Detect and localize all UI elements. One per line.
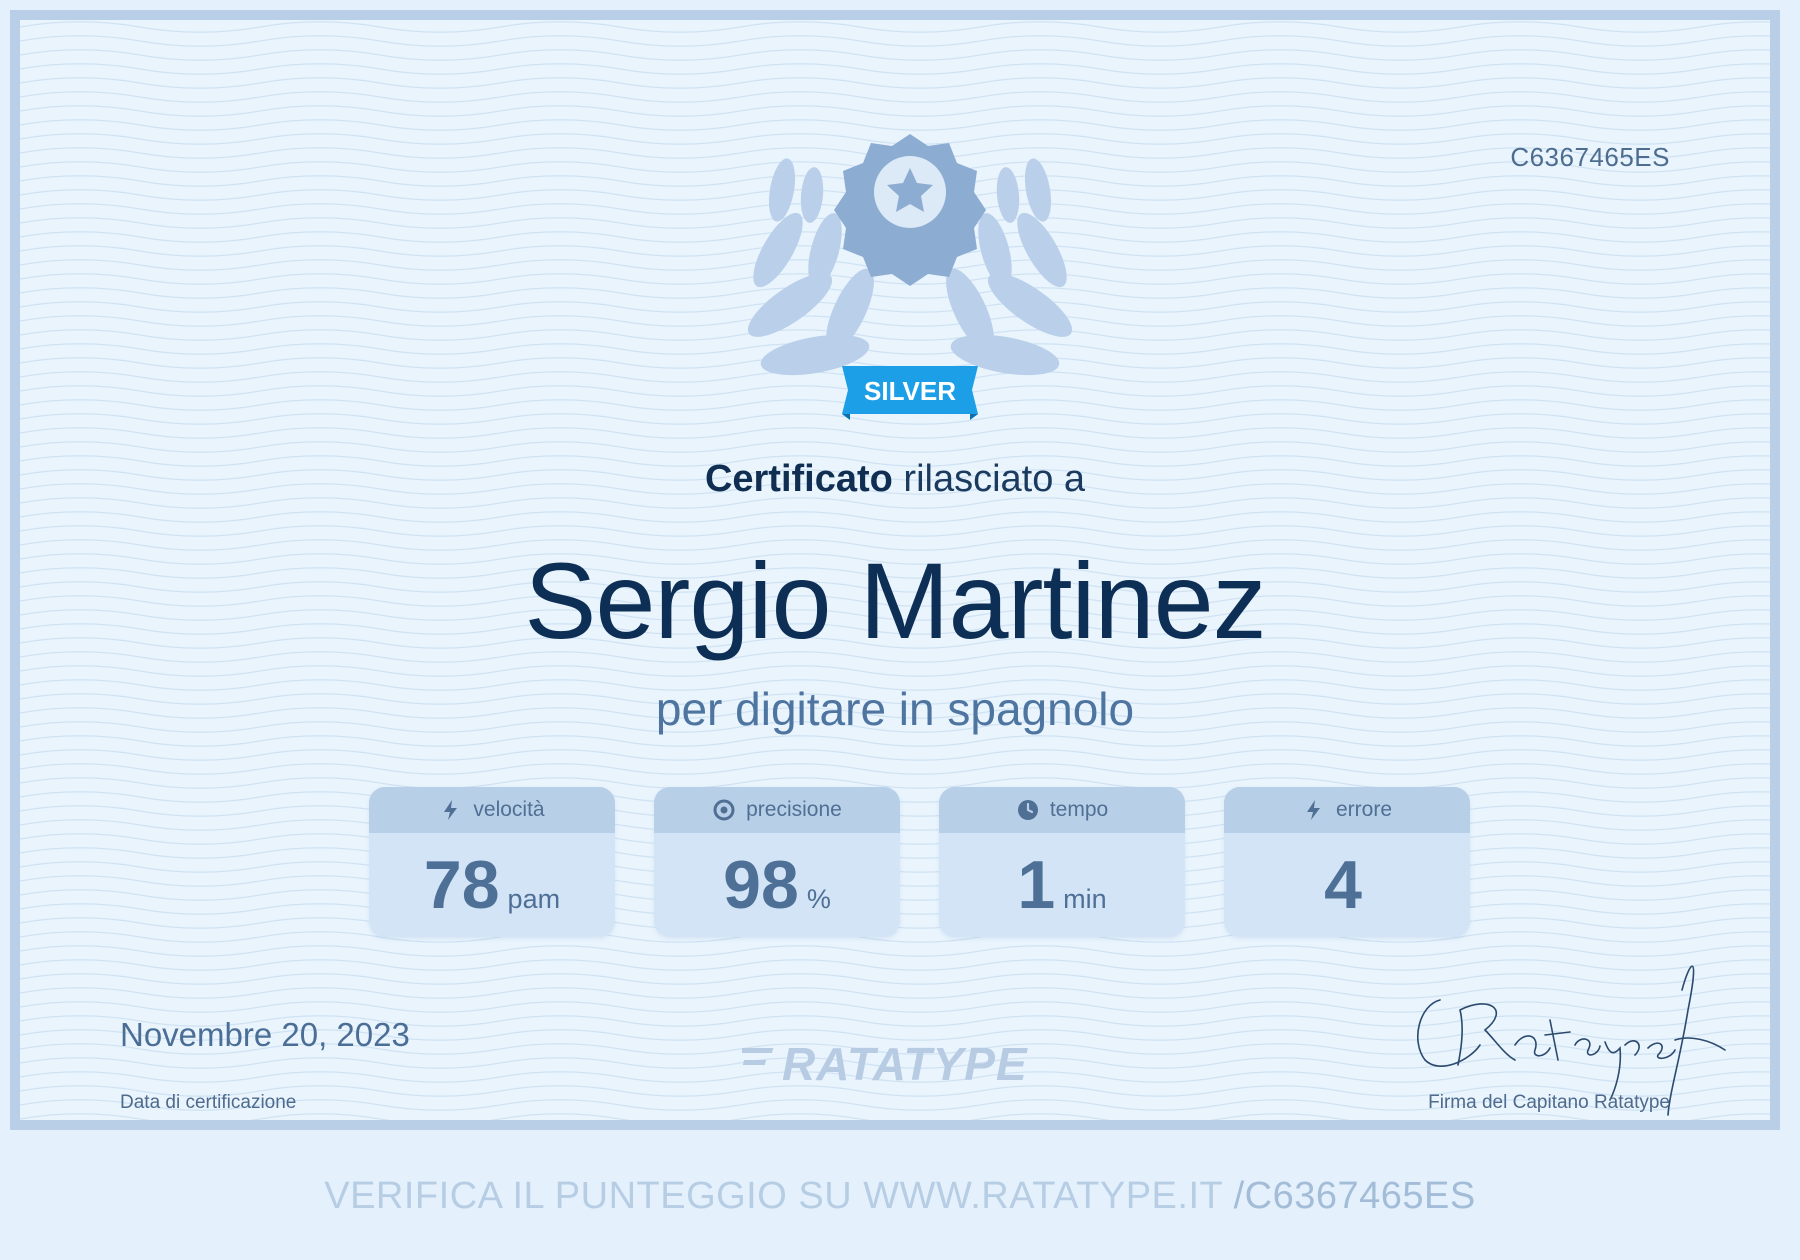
target-icon — [713, 799, 735, 821]
stat-body: 78 pam — [369, 833, 615, 937]
certificate-page: C6367465ES SILVER Certificato rilasciato… — [0, 0, 1800, 1260]
silver-ribbon: SILVER — [842, 366, 978, 420]
clock-icon — [1017, 800, 1038, 820]
lightning-icon — [1306, 800, 1320, 820]
laurel-emblem: SILVER — [747, 134, 1073, 420]
stat-label: precisione — [746, 798, 842, 821]
title-bold: Certificato — [704, 458, 893, 500]
stat-value: 4 — [1324, 847, 1362, 923]
stat-errors: errore 4 — [1224, 787, 1470, 937]
stat-header: tempo — [939, 787, 1185, 833]
stat-unit: % — [806, 884, 831, 914]
stat-label: tempo — [1049, 798, 1109, 821]
signature-label: Firma del Capitano Ratatype — [1428, 1092, 1670, 1113]
stat-label: velocità — [473, 798, 545, 821]
certificate-card: C6367465ES SILVER Certificato rilasciato… — [10, 10, 1780, 1130]
stat-unit: min — [1063, 884, 1107, 914]
logo-text: RATATYPE — [782, 1038, 1028, 1088]
stat-value: 78 — [423, 847, 500, 923]
certificate-title: Certificato rilasciato a — [20, 458, 1770, 501]
stat-body: 1 min — [939, 833, 1185, 937]
title-rest: rilasciato a — [903, 458, 1086, 500]
stat-header: precisione — [654, 787, 900, 833]
lightning-icon — [444, 800, 458, 820]
verify-code[interactable]: /C6367465ES — [1234, 1175, 1476, 1217]
stat-value: 98 — [723, 847, 799, 923]
certification-date-label: Data di certificazione — [120, 1092, 297, 1113]
stat-header: velocità — [369, 787, 615, 833]
stats-row: velocità 78 pam precisione 98 % tempo 1 … — [369, 787, 1470, 937]
certificate-code: C6367465ES — [1510, 142, 1670, 172]
stat-value: 1 — [1017, 847, 1056, 923]
certification-date: Novembre 20, 2023 — [120, 1016, 410, 1053]
stat-body: 4 — [1224, 833, 1470, 937]
stat-unit: pam — [507, 884, 561, 914]
stat-body: 98 % — [654, 833, 900, 937]
stat-time: tempo 1 min — [939, 787, 1185, 937]
ratatype-logo: RATATYPE — [742, 1038, 1028, 1088]
verify-text: VERIFICA IL PUNTEGGIO SU WWW.RATATYPE.IT — [324, 1175, 1223, 1217]
stat-label: errore — [1335, 798, 1393, 821]
stat-header: errore — [1224, 787, 1470, 833]
stat-speed: velocità 78 pam — [369, 787, 615, 937]
recipient-name: Sergio Martinez — [524, 540, 1266, 661]
stat-accuracy: precisione 98 % — [654, 787, 900, 937]
verify-score-line: VERIFICA IL PUNTEGGIO SU WWW.RATATYPE.IT… — [0, 1175, 1800, 1218]
star-badge-icon — [834, 134, 986, 286]
badge-label: SILVER — [864, 376, 956, 406]
certificate-subtitle: per digitare in spagnolo — [655, 683, 1135, 735]
